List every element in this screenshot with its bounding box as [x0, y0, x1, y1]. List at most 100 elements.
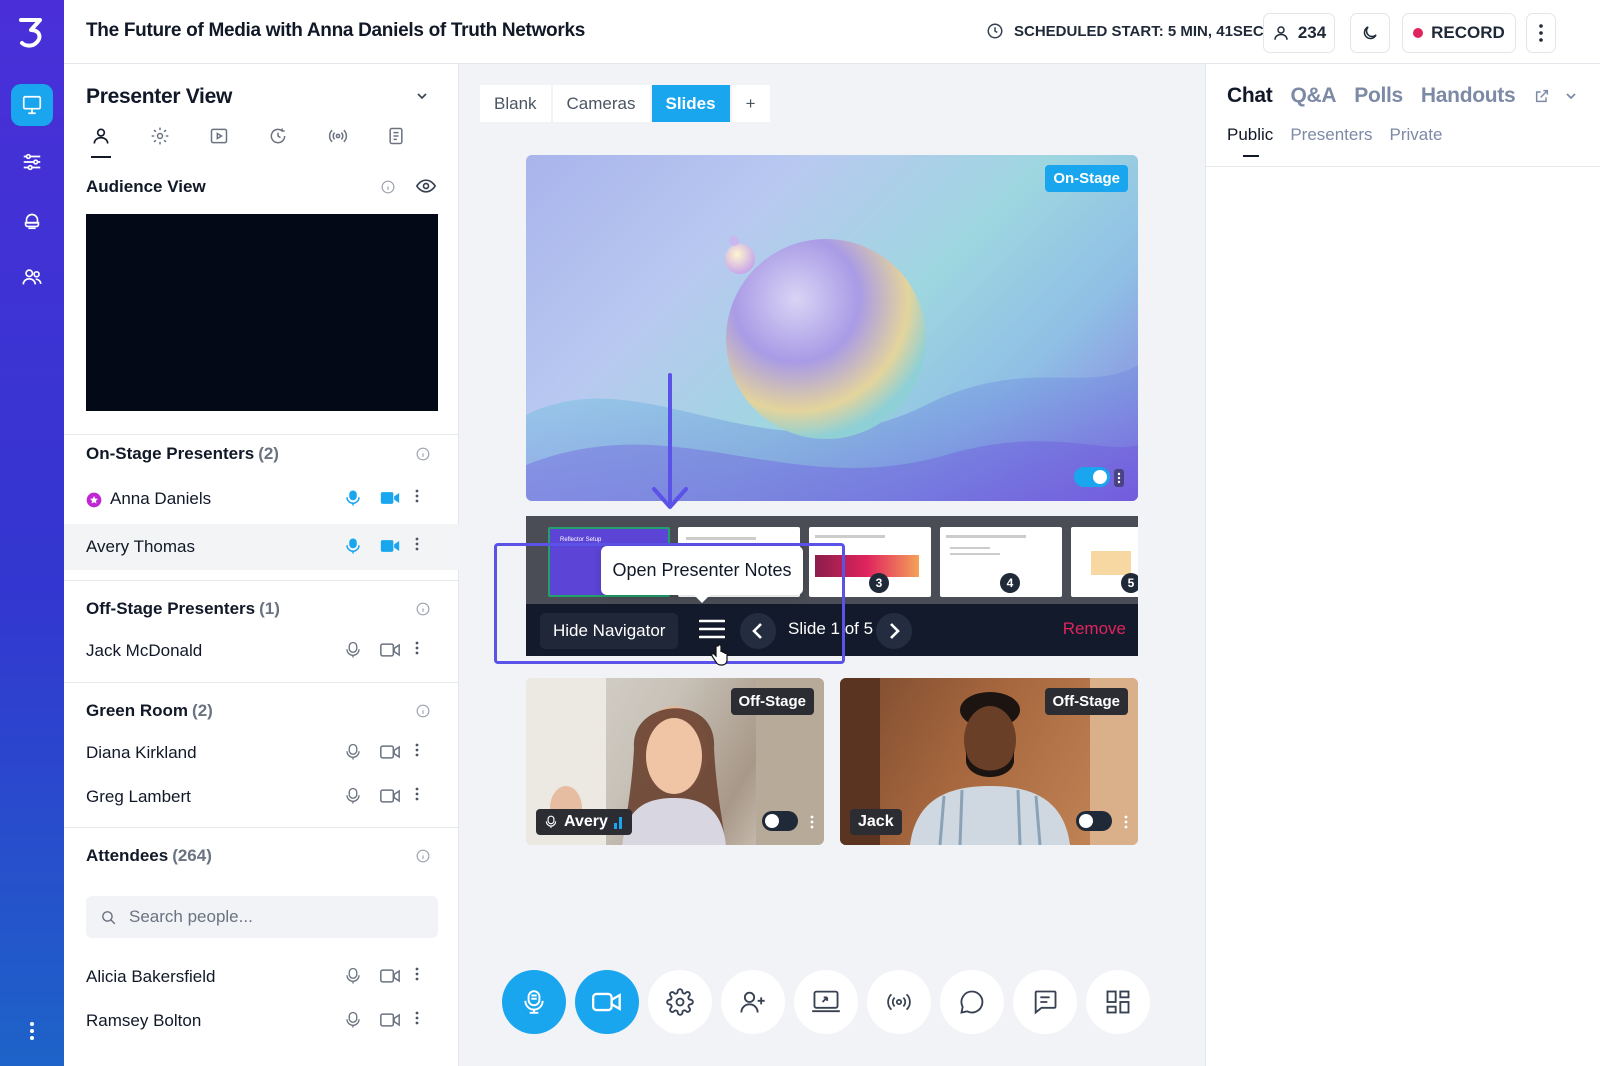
remove-slides-button[interactable]: Remove — [1063, 619, 1126, 639]
info-icon[interactable] — [416, 704, 430, 718]
presenter-row[interactable]: Diana Kirkland — [64, 730, 459, 776]
invite-presenter-button[interactable] — [721, 970, 785, 1034]
video-tile[interactable]: Off-Stage Avery — [526, 678, 824, 845]
panel-title: Presenter View — [86, 85, 232, 108]
info-icon[interactable] — [416, 849, 430, 863]
settings-button[interactable] — [648, 970, 712, 1034]
divider — [1206, 166, 1600, 167]
more-vertical-icon[interactable] — [415, 1011, 419, 1025]
moon-icon — [1363, 26, 1377, 40]
reactions-button[interactable] — [940, 970, 1004, 1034]
presenter-name: Anna Daniels — [110, 489, 212, 508]
attendee-count-button[interactable]: 234 — [1263, 13, 1335, 53]
chevron-down-icon[interactable] — [1563, 88, 1579, 104]
more-vertical-icon[interactable] — [1124, 815, 1128, 829]
more-vertical-icon[interactable] — [810, 815, 814, 829]
mic-off-icon[interactable] — [344, 1011, 362, 1029]
tab-blank[interactable]: Blank — [480, 85, 551, 122]
camera-off-icon[interactable] — [380, 642, 400, 658]
more-vertical-icon[interactable] — [415, 489, 419, 503]
camera-on-icon[interactable] — [380, 490, 400, 506]
tab-broadcast[interactable] — [322, 122, 381, 162]
brand-logo-icon[interactable] — [14, 14, 50, 50]
subtab-presenters[interactable]: Presenters — [1290, 125, 1372, 157]
info-icon[interactable] — [416, 447, 430, 461]
more-vertical-icon[interactable] — [415, 641, 419, 655]
presenter-row[interactable]: Jack McDonald — [64, 628, 459, 674]
clock-icon — [987, 23, 1003, 39]
slide-thumbnail[interactable]: 5 — [1071, 527, 1138, 597]
scheduled-start-text: SCHEDULED START: 5 MIN, 41SEC — [1014, 22, 1264, 40]
tab-polls[interactable]: Polls — [1354, 84, 1403, 108]
camera-off-icon[interactable] — [380, 1012, 400, 1028]
tab-qa[interactable]: Q&A — [1290, 84, 1336, 108]
subtab-private[interactable]: Private — [1390, 125, 1443, 157]
camera-off-icon[interactable] — [380, 968, 400, 984]
mic-off-icon[interactable] — [344, 787, 362, 805]
messages-button[interactable] — [1013, 970, 1077, 1034]
subtab-public[interactable]: Public — [1227, 125, 1273, 157]
divider — [64, 580, 459, 581]
presenter-row[interactable]: Anna Daniels — [64, 476, 459, 522]
stage-toggle[interactable] — [1076, 811, 1112, 831]
tab-history[interactable] — [263, 122, 322, 162]
more-vertical-icon[interactable] — [415, 967, 419, 981]
more-options-button[interactable] — [1526, 13, 1556, 53]
chevron-down-icon[interactable] — [414, 88, 430, 104]
presenter-row[interactable]: Avery Thomas — [64, 524, 459, 570]
tab-notes[interactable] — [381, 122, 440, 162]
attendee-row[interactable]: Alicia Bakersfield — [64, 954, 459, 1000]
presenter-name: Greg Lambert — [86, 787, 191, 806]
rail-green-room-button[interactable] — [11, 199, 53, 241]
stage-toggle[interactable] — [762, 811, 798, 831]
mic-off-icon[interactable] — [344, 967, 362, 985]
more-vertical-icon[interactable] — [415, 743, 419, 757]
info-icon[interactable] — [381, 180, 395, 194]
tab-handouts[interactable]: Handouts — [1421, 84, 1516, 108]
tab-chat[interactable]: Chat — [1227, 84, 1273, 108]
rail-settings-button[interactable] — [11, 141, 53, 183]
attendee-row[interactable]: Ramsey Bolton — [64, 998, 459, 1044]
broadcast-button[interactable] — [867, 970, 931, 1034]
mic-off-icon[interactable] — [344, 743, 362, 761]
eye-icon[interactable] — [416, 178, 436, 194]
camera-off-icon[interactable] — [380, 788, 400, 804]
slide-artwork — [526, 236, 1138, 501]
search-people-input[interactable]: Search people... — [86, 896, 438, 938]
tab-settings[interactable] — [145, 122, 204, 162]
add-source-button[interactable]: + — [731, 85, 770, 122]
external-link-icon[interactable] — [1534, 88, 1550, 104]
tab-slides[interactable]: Slides — [651, 85, 730, 122]
info-icon[interactable] — [416, 602, 430, 616]
more-vertical-icon[interactable] — [415, 787, 419, 801]
tab-media[interactable] — [204, 122, 263, 162]
slide-thumbnail[interactable]: 4 — [940, 527, 1062, 597]
tab-cameras[interactable]: Cameras — [552, 85, 650, 122]
mic-icon — [545, 815, 557, 828]
rail-attendees-button[interactable] — [11, 256, 53, 298]
more-vertical-icon[interactable] — [1114, 469, 1124, 487]
camera-on-icon[interactable] — [380, 538, 400, 554]
greenroom-count: (2) — [192, 701, 213, 720]
layout-button[interactable] — [1086, 970, 1150, 1034]
slide-visibility-toggle[interactable] — [1074, 467, 1110, 487]
tab-people[interactable] — [86, 122, 145, 162]
presenter-panel: Presenter View Audience View On-Stage Pr… — [64, 64, 459, 1066]
mic-toggle-button[interactable] — [502, 970, 566, 1034]
video-tile[interactable]: Off-Stage Jack — [840, 678, 1138, 845]
theme-toggle-button[interactable] — [1350, 13, 1390, 53]
rail-presenter-button[interactable] — [11, 84, 53, 126]
next-slide-button[interactable] — [876, 613, 912, 649]
camera-toggle-button[interactable] — [575, 970, 639, 1034]
rail-more-icon[interactable] — [22, 1018, 42, 1044]
chat-panel: Chat Q&A Polls Handouts Public Presenter… — [1205, 64, 1600, 1066]
share-screen-button[interactable] — [794, 970, 858, 1034]
more-vertical-icon[interactable] — [415, 537, 419, 551]
mic-on-icon[interactable] — [344, 489, 362, 507]
record-button[interactable]: RECORD — [1402, 13, 1516, 53]
camera-off-icon[interactable] — [380, 744, 400, 760]
divider — [64, 434, 459, 435]
mic-on-icon[interactable] — [344, 537, 362, 555]
mic-off-icon[interactable] — [344, 641, 362, 659]
presenter-row[interactable]: Greg Lambert — [64, 774, 459, 820]
